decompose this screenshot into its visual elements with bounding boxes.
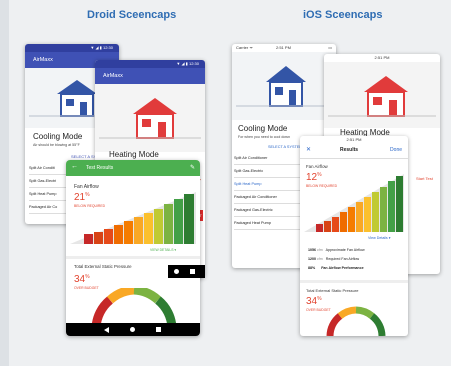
static-pressure-gauge <box>92 288 176 328</box>
ios-status-bar: 2:51 PM <box>346 137 362 142</box>
chart-bar <box>174 199 183 244</box>
results-title: Results <box>340 147 359 153</box>
chart-bar <box>124 221 133 244</box>
house-illustration-area <box>95 84 205 152</box>
stat-value: 88% <box>308 266 316 270</box>
view-details-link[interactable]: View Details ▾ <box>368 236 391 240</box>
home-nav-icon[interactable] <box>174 269 179 274</box>
stat-row: 1200 cfm Required Fan Airflow <box>308 257 404 266</box>
back-arrow-icon[interactable]: ← <box>71 163 78 170</box>
home-nav-icon[interactable] <box>130 327 135 332</box>
cooling-mode-title: Cooling Mode <box>238 124 288 133</box>
static-pressure-number: 34 <box>306 296 318 307</box>
view-details-link[interactable]: VIEW DETAILS ▾ <box>150 248 176 252</box>
chart-bar <box>364 197 371 232</box>
divider <box>66 256 200 259</box>
android-results-screen: ← Test Results ✎ Fan Airflow 21% BELOW R… <box>66 160 200 336</box>
results-title: Test Results <box>86 165 114 171</box>
status-bar: ▼ ◢ ▮ 12:30 <box>25 44 119 52</box>
house-illustration-area <box>232 52 336 120</box>
static-pressure-unit: % <box>85 274 90 280</box>
heating-mode-title: Heating Mode <box>109 150 159 159</box>
static-pressure-gauge <box>326 306 386 336</box>
chart-bar <box>348 207 355 232</box>
stat-label: Required Fan Airflow <box>325 257 360 261</box>
ios-status-bar: Carrier ᯤ 2:51 PM ▭ <box>232 44 336 52</box>
cooling-mode-subtitle: For when you need to cool down <box>238 135 290 139</box>
static-pressure-value: 34% <box>306 296 322 307</box>
close-icon[interactable]: ✕ <box>306 146 311 153</box>
stat-value: 1056 <box>308 248 316 252</box>
divider <box>300 280 408 283</box>
chart-bar <box>372 192 379 232</box>
static-pressure-number: 34 <box>74 274 86 285</box>
battery-icon: ▭ <box>328 45 332 50</box>
ios-results-screen: 2:51 PM ✕ Results Done Fan Airflow 12% B… <box>300 136 408 336</box>
stat-unit: cfm <box>317 257 323 261</box>
select-system-link[interactable]: SELECT A SY <box>71 154 96 159</box>
chart-bar <box>84 234 93 244</box>
blue-house-icon <box>236 66 332 107</box>
recents-nav-icon[interactable] <box>190 269 195 274</box>
static-pressure-value: 34% <box>74 274 90 285</box>
edit-icon[interactable]: ✎ <box>190 164 195 171</box>
chart-bar <box>184 194 194 244</box>
chart-bar <box>316 224 323 232</box>
cooling-mode-subtitle: Air should be blowing at 55°F <box>33 143 80 147</box>
results-app-bar: ← Test Results ✎ <box>66 160 200 176</box>
chart-bar <box>94 232 103 244</box>
chart-bar <box>154 209 163 244</box>
chart-bar <box>340 212 347 232</box>
droid-section-title: Droid Sceencaps <box>87 9 177 21</box>
fan-airflow-bar-chart <box>304 174 404 232</box>
ios-section-title: iOS Sceencaps <box>303 9 383 21</box>
chart-bar <box>396 176 403 232</box>
stats-list: 1056 cfm Approximate Fan Airflow 1200 cf… <box>308 248 404 275</box>
stat-row: 1056 cfm Approximate Fan Airflow <box>308 248 404 257</box>
house-illustration-area <box>324 62 440 128</box>
android-nav-bar-partial <box>168 265 205 278</box>
stat-label: Approximate Fan Airflow <box>325 248 365 252</box>
fan-airflow-label: Fan Airflow <box>306 164 328 169</box>
chart-bar <box>114 225 123 244</box>
chart-bar <box>324 221 331 232</box>
chart-bar <box>104 229 113 244</box>
fan-airflow-bar-chart <box>70 192 196 244</box>
chart-bar <box>380 187 387 232</box>
stat-unit: cfm <box>317 248 323 252</box>
static-pressure-label: Total External Static Pressure <box>74 264 132 269</box>
app-bar-title: AirMaxx <box>95 68 205 84</box>
done-button[interactable]: Done <box>390 147 402 153</box>
select-system-link[interactable]: SELECT A SYSTEM <box>268 145 303 149</box>
chart-bar <box>164 204 173 244</box>
stat-value: 1200 <box>308 257 316 261</box>
clock-label: 2:51 PM <box>276 45 291 50</box>
ios-status-bar: 2:51 PM <box>374 55 390 60</box>
static-pressure-label: Total External Static Pressure <box>306 288 359 293</box>
chart-bar <box>332 217 339 232</box>
chart-bar <box>144 213 153 244</box>
red-house-icon <box>99 98 201 139</box>
chart-bar <box>388 181 395 232</box>
stat-row: 88% Fan Airflow Performance <box>308 266 404 275</box>
chart-bar <box>134 217 143 244</box>
static-pressure-unit: % <box>317 296 322 302</box>
chart-bar <box>356 202 363 232</box>
status-bar: ▼ ◢ ▮ 12:30 <box>95 60 205 68</box>
red-house-icon <box>328 76 436 117</box>
back-nav-icon[interactable] <box>104 327 109 333</box>
carrier-label: Carrier ᯤ <box>236 45 253 50</box>
stat-label: Fan Airflow Performance <box>321 266 364 270</box>
start-test-link[interactable]: Start Test <box>416 176 433 181</box>
android-nav-bar <box>66 323 200 336</box>
recents-nav-icon[interactable] <box>156 327 161 332</box>
cooling-mode-title: Cooling Mode <box>33 132 83 141</box>
results-nav-bar: ✕ Results Done <box>300 144 408 159</box>
